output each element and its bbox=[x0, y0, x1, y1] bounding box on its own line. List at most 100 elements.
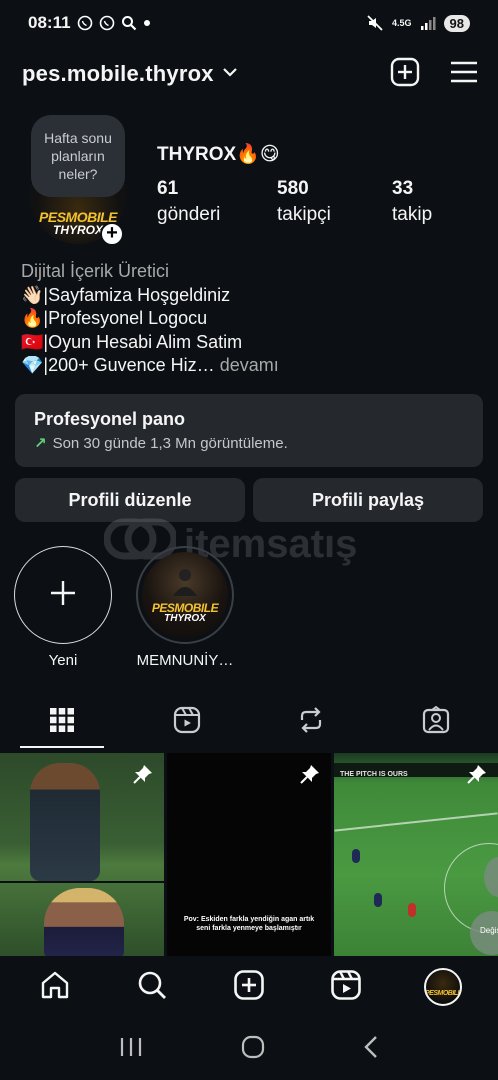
nav-create[interactable] bbox=[219, 956, 279, 1018]
nav-reels[interactable] bbox=[316, 956, 376, 1018]
recent-apps-icon[interactable] bbox=[119, 1036, 143, 1063]
pin-icon bbox=[299, 763, 321, 790]
edit-profile-button[interactable]: Profili düzenle bbox=[15, 478, 245, 522]
highlight-cover: PESMOBILE THYROX bbox=[142, 552, 228, 638]
highlight-circle: PESMOBILE THYROX bbox=[136, 546, 234, 644]
home-icon bbox=[39, 969, 71, 1006]
stat-value: 61 bbox=[157, 178, 179, 199]
back-icon[interactable] bbox=[363, 1035, 379, 1064]
game-player bbox=[408, 903, 416, 917]
nav-search[interactable] bbox=[122, 956, 182, 1018]
pin-icon bbox=[466, 763, 488, 790]
repost-icon bbox=[297, 706, 325, 739]
post-thumbnail[interactable] bbox=[0, 753, 164, 956]
posts-grid: Pov: Eskiden farkla yendiğin agan artık … bbox=[0, 753, 498, 956]
dashboard-subtitle: Son 30 günde 1,3 Mn görüntüleme. bbox=[52, 434, 288, 452]
profile-header: pes.mobile.thyrox bbox=[0, 50, 498, 98]
story-highlights: Yeni PESMOBILE THYROX MEMNUNİY… bbox=[14, 546, 234, 669]
bio-more-link[interactable]: devamı bbox=[220, 355, 279, 375]
system-navigation bbox=[0, 1018, 498, 1080]
bio-line: 🔥|Profesyonel Logocu bbox=[21, 308, 208, 328]
nav-home[interactable] bbox=[25, 956, 85, 1018]
game-player bbox=[374, 893, 382, 907]
status-time: 08:11 bbox=[28, 13, 71, 32]
stat-label: gönderi bbox=[157, 204, 221, 225]
account-switcher[interactable]: pes.mobile.thyrox bbox=[22, 61, 238, 87]
whatsapp-business-icon bbox=[99, 15, 115, 31]
chevron-down-icon bbox=[222, 65, 238, 83]
tab-reels[interactable] bbox=[145, 696, 229, 748]
highlight-circle bbox=[14, 546, 112, 644]
game-player bbox=[352, 849, 360, 863]
bio: Dijital İçerik Üretici 👋🏻|Sayfamiza Hoşg… bbox=[21, 260, 481, 378]
notification-dot-icon bbox=[143, 19, 151, 27]
dashboard-subtitle-row: ↗ Son 30 günde 1,3 Mn görüntüleme. bbox=[34, 434, 464, 453]
dashboard-title: Profesyonel pano bbox=[34, 409, 186, 429]
stat-following[interactable]: 33 takip bbox=[392, 178, 472, 230]
bio-line: 🇹🇷|Oyun Hesabi Alim Satim bbox=[21, 331, 243, 352]
signal-icon bbox=[420, 16, 436, 30]
tab-posts-grid[interactable] bbox=[20, 696, 105, 748]
mute-icon bbox=[366, 14, 384, 32]
pitch-line bbox=[334, 812, 498, 832]
bio-category: Dijital İçerik Üretici bbox=[21, 261, 170, 281]
display-name: THYROX🔥😋 bbox=[157, 144, 280, 165]
profile-stats: 61 gönderi 580 takipçi 33 takip bbox=[157, 178, 472, 230]
reels-icon bbox=[173, 706, 201, 739]
highlight-label: MEMNUNİY… bbox=[136, 652, 234, 669]
trend-up-icon: ↗ bbox=[34, 435, 47, 452]
bio-line: 💎|200+ Guvence Hiz… bbox=[21, 355, 215, 375]
post-hud-text: THE PITCH IS OURS bbox=[340, 771, 408, 778]
stat-label: takip bbox=[392, 204, 433, 225]
post-image-player bbox=[30, 763, 100, 881]
highlight-new[interactable]: Yeni bbox=[14, 546, 112, 669]
create-post-icon[interactable] bbox=[390, 57, 420, 92]
note-bubble[interactable]: Hafta sonu planların neler? bbox=[31, 115, 125, 197]
pin-icon bbox=[132, 763, 154, 790]
content-tabs bbox=[0, 696, 498, 748]
post-image-player bbox=[44, 888, 124, 956]
nav-profile[interactable]: PESMOBILE bbox=[413, 956, 473, 1018]
highlight-label: Yeni bbox=[48, 652, 78, 669]
bio-line: 👋🏻|Sayfamiza Hoşgeldiniz bbox=[21, 284, 231, 305]
grid-icon bbox=[49, 707, 75, 738]
avatar-logo-subtext: THYROX bbox=[52, 223, 103, 237]
profile-summary: Hafta sonu planların neler? PESMOBILE TH… bbox=[0, 112, 498, 252]
professional-dashboard[interactable]: Profesyonel pano ↗ Son 30 günde 1,3 Mn g… bbox=[15, 394, 483, 467]
profile-action-buttons: Profili düzenle Profili paylaş bbox=[15, 478, 483, 522]
share-profile-button[interactable]: Profili paylaş bbox=[253, 478, 483, 522]
tagged-person-icon bbox=[422, 705, 450, 739]
highlight-logo-subtext: THYROX bbox=[164, 613, 206, 624]
stat-posts[interactable]: 61 gönderi bbox=[157, 178, 277, 230]
game-button-label: Değiş bbox=[480, 926, 498, 935]
highlight-memnuniyet[interactable]: PESMOBILE THYROX MEMNUNİY… bbox=[136, 546, 234, 669]
menu-icon[interactable] bbox=[450, 60, 478, 89]
home-button-icon[interactable] bbox=[241, 1035, 265, 1064]
bio-line-last: 💎|200+ Guvence Hiz… devamı bbox=[21, 354, 481, 378]
status-bar: 08:11 4.5G 98 bbox=[0, 0, 498, 46]
post-thumbnail[interactable]: THE PITCH IS OURS Değiş bbox=[334, 753, 498, 956]
stat-followers[interactable]: 580 takipçi bbox=[277, 178, 392, 230]
whatsapp-icon bbox=[77, 15, 93, 31]
nav-avatar-logo-text: PESMOBILE bbox=[424, 989, 462, 997]
reels-icon bbox=[330, 969, 362, 1006]
plus-icon bbox=[49, 579, 77, 612]
highlight-figure-icon bbox=[170, 566, 200, 601]
battery-indicator: 98 bbox=[443, 14, 470, 32]
stat-value: 33 bbox=[392, 178, 414, 199]
bottom-navigation: PESMOBILE bbox=[0, 956, 498, 1018]
stat-value: 580 bbox=[277, 178, 309, 199]
post-divider bbox=[0, 881, 164, 883]
profile-avatar-icon: PESMOBILE bbox=[424, 968, 463, 1006]
tab-tagged[interactable] bbox=[394, 696, 478, 748]
network-type: 4.5G bbox=[392, 17, 412, 28]
stat-label: takipçi bbox=[277, 204, 331, 225]
tab-reposts[interactable] bbox=[269, 696, 353, 748]
username: pes.mobile.thyrox bbox=[22, 61, 214, 86]
avatar[interactable]: Hafta sonu planların neler? PESMOBILE TH… bbox=[28, 112, 128, 246]
post-thumbnail[interactable]: Pov: Eskiden farkla yendiğin agan artık … bbox=[167, 753, 331, 956]
search-notification-icon bbox=[121, 15, 137, 31]
post-caption-overlay: Pov: Eskiden farkla yendiğin agan artık … bbox=[183, 916, 315, 932]
create-icon bbox=[233, 969, 265, 1006]
add-story-icon[interactable]: + bbox=[100, 222, 124, 246]
